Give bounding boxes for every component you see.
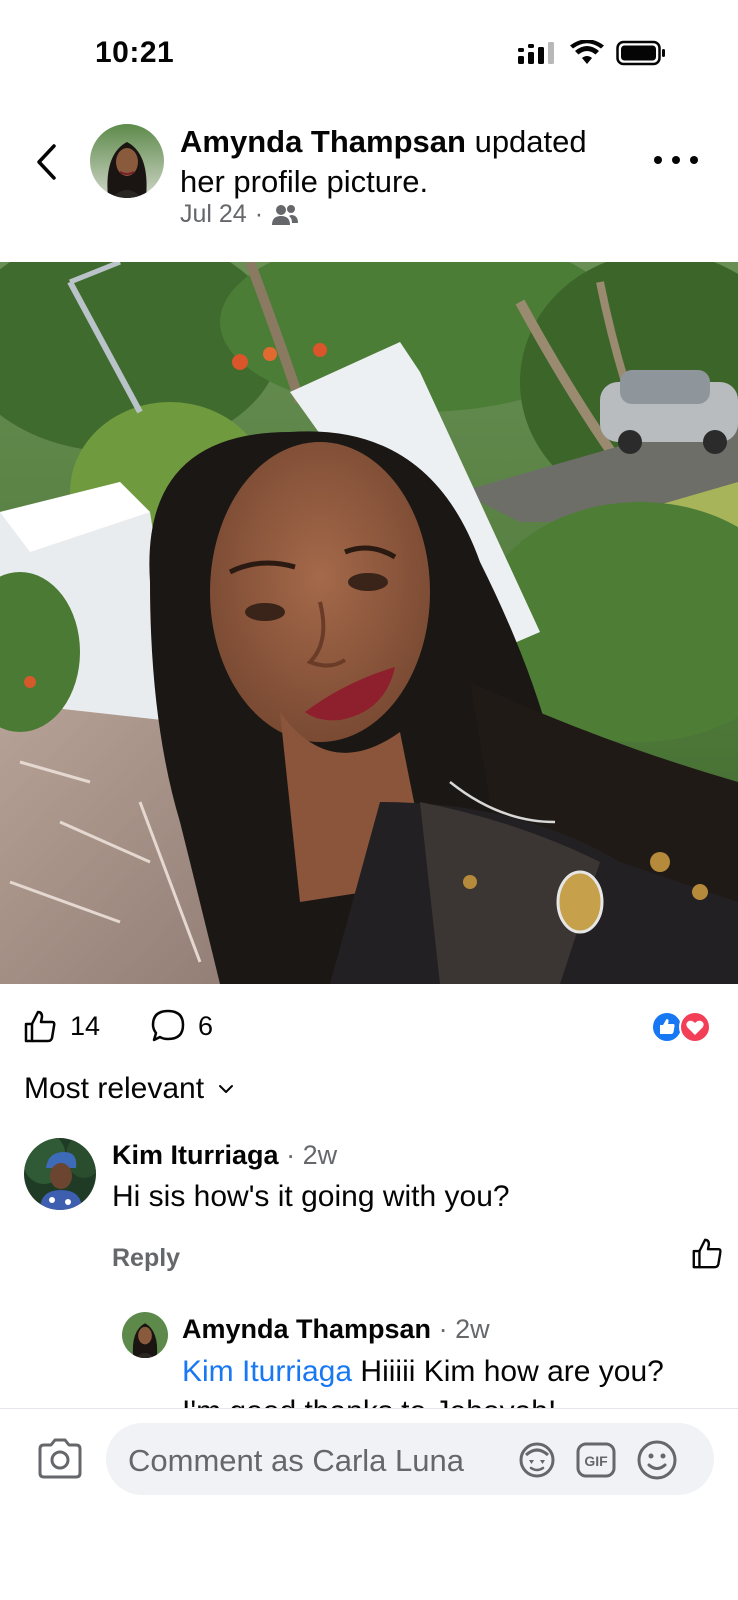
comment-count: 6 — [198, 1010, 214, 1041]
commenter-name[interactable]: Kim Iturriaga — [112, 1140, 279, 1170]
avatar-sticker-icon — [519, 1442, 555, 1478]
gif-button[interactable]: GIF — [576, 1441, 616, 1479]
reply-button[interactable]: Reply — [112, 1244, 180, 1273]
avatar-sticker-button[interactable] — [518, 1441, 556, 1479]
comment-text: Hi sis how's it going with you? — [112, 1180, 510, 1213]
emoji-icon — [637, 1440, 677, 1480]
comment-time[interactable]: 2w — [455, 1314, 490, 1344]
commenter-avatar[interactable] — [122, 1312, 168, 1358]
status-time: 10:21 — [95, 36, 175, 69]
camera-button[interactable] — [36, 1437, 84, 1481]
dot — [672, 156, 680, 164]
wifi-icon — [570, 40, 604, 64]
comment-placeholder: Comment as Carla Luna — [128, 1443, 464, 1478]
comment-input[interactable]: Comment as Carla Luna GIF — [106, 1423, 714, 1495]
dot — [690, 156, 698, 164]
reactions-bar: 14 6 — [0, 996, 738, 1060]
cellular-signal-icon — [518, 42, 554, 64]
dot — [654, 156, 662, 164]
comment-header: Amynda Thampsan · 2w — [182, 1314, 490, 1345]
like-count: 14 — [70, 1010, 101, 1041]
comment-dot: · — [438, 1314, 456, 1344]
status-icons — [518, 40, 666, 66]
chevron-down-icon — [219, 1085, 234, 1093]
comment-text: Kim Iturriaga Hiiiii Kim how are you? I'… — [182, 1352, 702, 1408]
commenter-name[interactable]: Amynda Thampsan — [182, 1314, 431, 1344]
author-name[interactable]: Amynda Thampsan — [180, 124, 466, 159]
chevron-left-icon — [37, 144, 56, 180]
gif-icon: GIF — [576, 1442, 616, 1478]
sort-label: Most relevant — [24, 1072, 205, 1105]
more-options-button[interactable] — [654, 150, 698, 170]
camera-icon — [38, 1438, 82, 1479]
comment-header: Kim Iturriaga · 2w — [112, 1140, 337, 1171]
post-meta: Jul 24 · — [180, 200, 299, 229]
post-header: Amynda Thampsan updated her profile pict… — [0, 110, 738, 260]
back-button[interactable] — [28, 138, 64, 186]
thumbs-up-icon — [24, 1010, 56, 1043]
comment-button[interactable]: 6 — [150, 1008, 213, 1044]
reaction-summary[interactable] — [650, 1010, 714, 1044]
like-button[interactable]: 14 — [22, 1008, 100, 1044]
battery-icon — [616, 40, 665, 66]
svg-text:GIF: GIF — [584, 1453, 608, 1469]
author-avatar[interactable] — [90, 124, 164, 198]
post-title: Amynda Thampsan updated her profile pict… — [180, 122, 640, 202]
mention-link[interactable]: Kim Iturriaga — [182, 1355, 352, 1388]
status-bar: 10:21 — [0, 0, 738, 100]
comment-time[interactable]: 2w — [303, 1140, 338, 1170]
reply-thread: Amynda Thampsan · 2w Kim Iturriaga Hiiii… — [0, 1300, 738, 1408]
commenter-avatar[interactable] — [24, 1138, 96, 1210]
comment-like-button[interactable] — [690, 1236, 724, 1270]
meta-separator: · — [254, 200, 264, 228]
friends-icon — [272, 204, 299, 225]
comment-bubble-icon — [151, 1009, 185, 1042]
comment-dot: · — [286, 1140, 303, 1170]
profile-photo[interactable] — [0, 262, 738, 984]
comment-sort-dropdown[interactable]: Most relevant — [24, 1072, 234, 1106]
thumbs-up-icon — [692, 1238, 722, 1269]
post-date[interactable]: Jul 24 — [180, 200, 247, 229]
emoji-button[interactable] — [636, 1439, 678, 1481]
comment-composer: Comment as Carla Luna GIF — [0, 1408, 738, 1600]
